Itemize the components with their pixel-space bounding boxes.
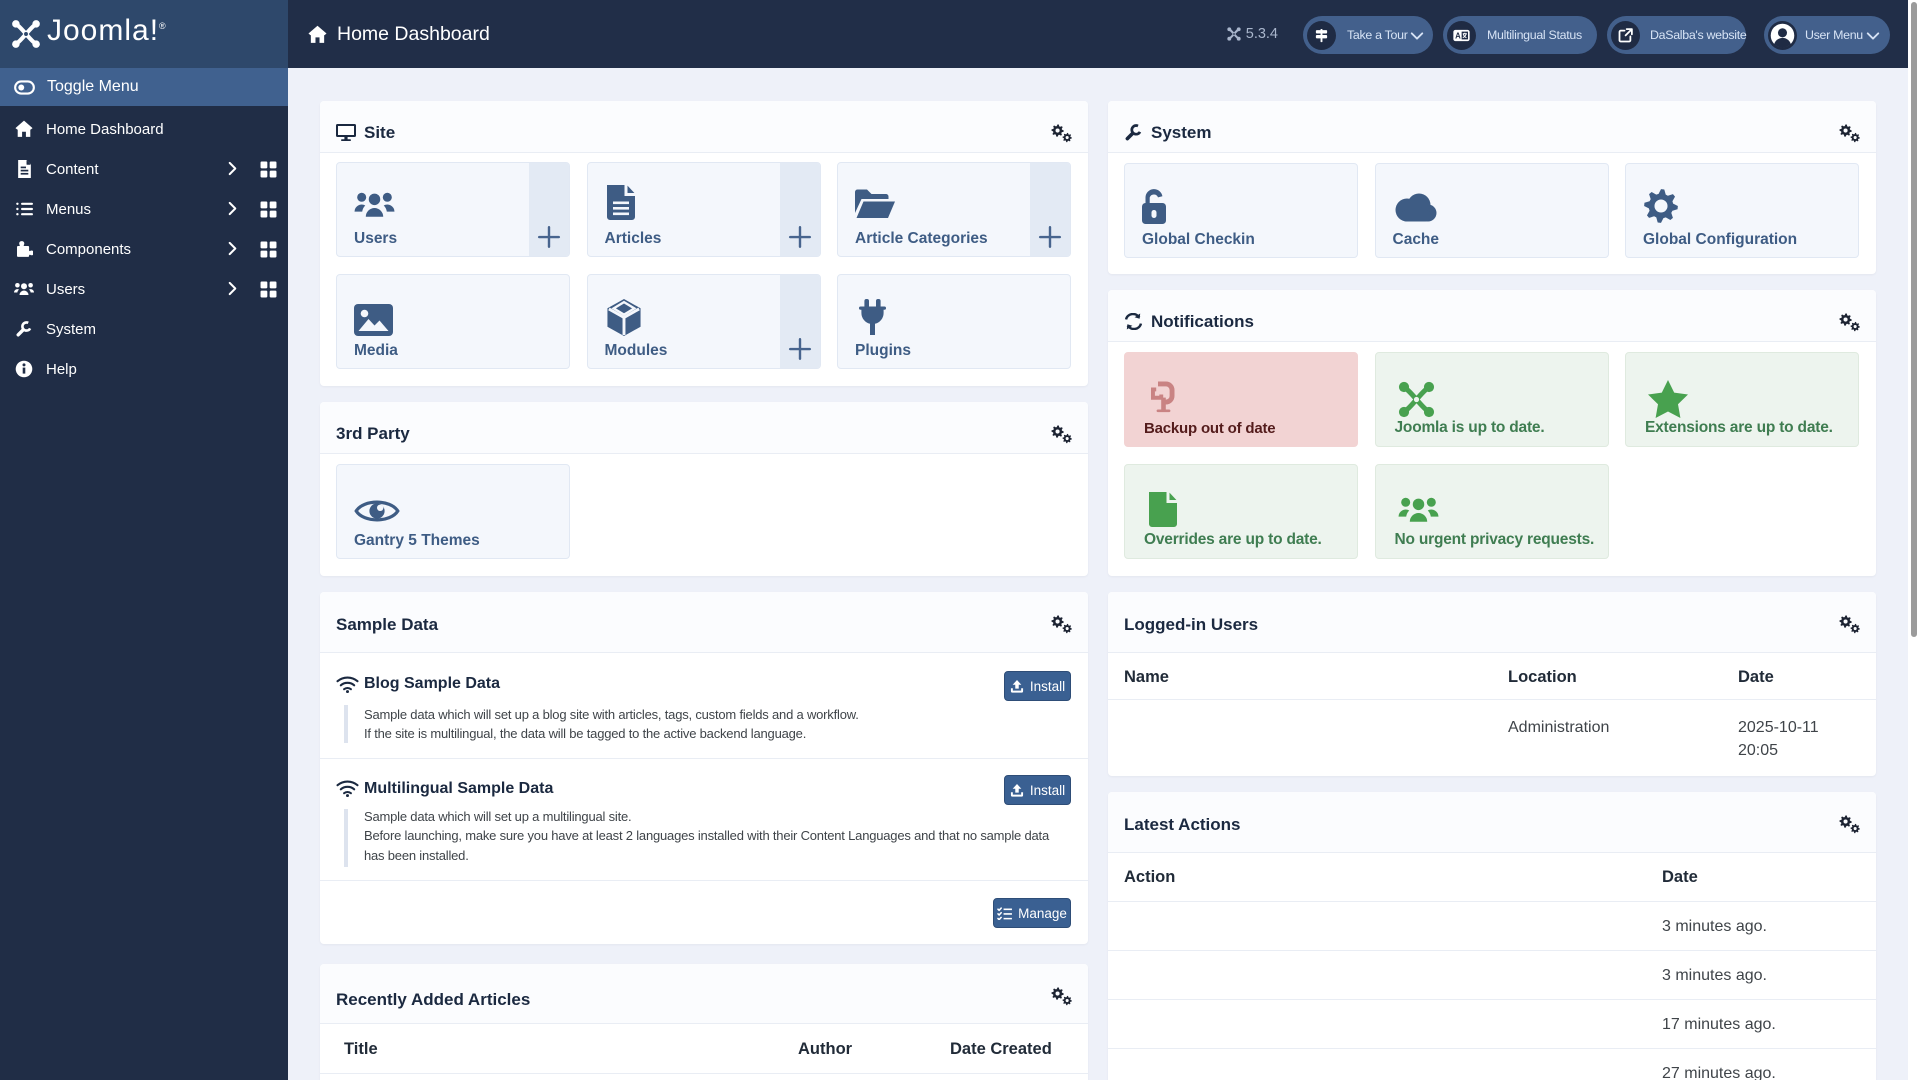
svg-text:A: A [1455, 31, 1461, 40]
